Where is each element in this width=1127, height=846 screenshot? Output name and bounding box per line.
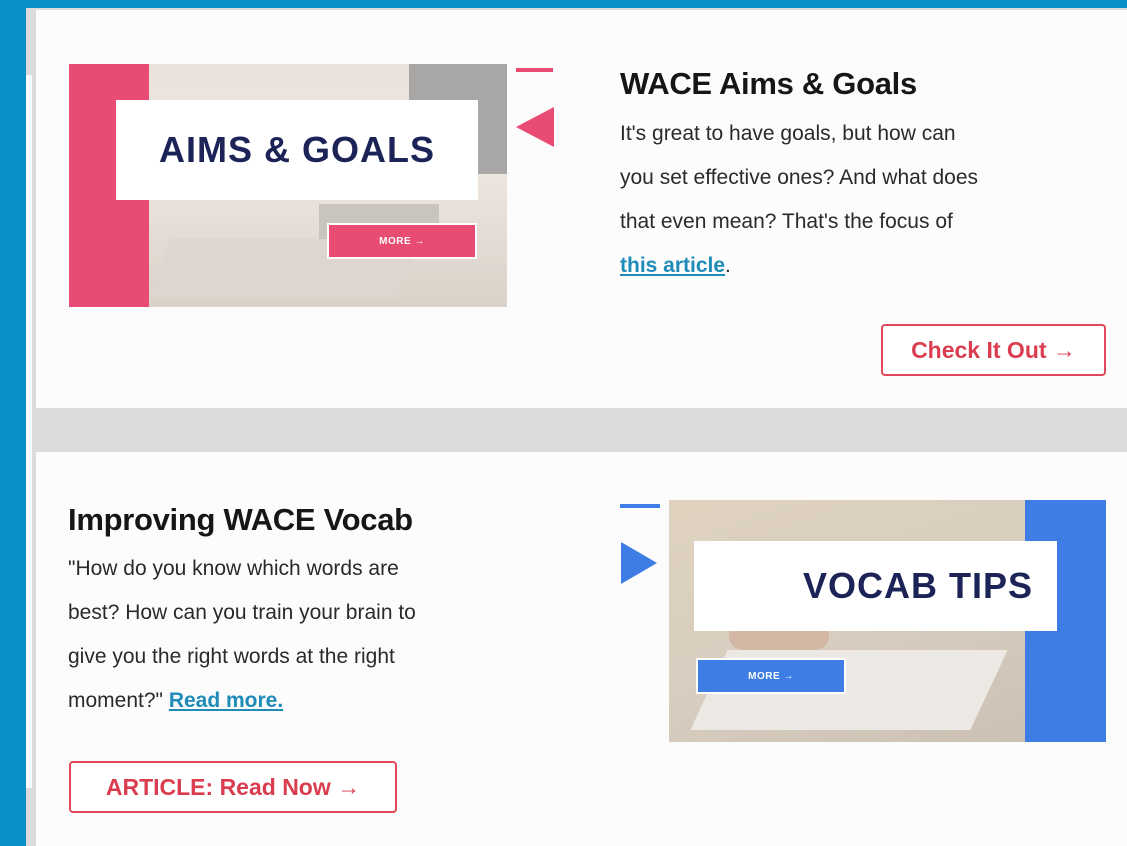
this-article-link[interactable]: this article: [620, 254, 725, 277]
description-line: you set effective ones? And what does: [620, 166, 979, 189]
description-line: give you the right words at the right: [68, 645, 395, 668]
description-line: moment?" Read more.: [68, 679, 548, 723]
thumbnail-more-button[interactable]: MORE →: [696, 658, 846, 694]
pink-accent-line: [516, 68, 553, 72]
description-text: moment?": [68, 689, 169, 712]
description-line: that even mean? That's the focus of: [620, 210, 953, 233]
vocab-tips-thumbnail[interactable]: VOCAB TIPS MORE →: [669, 500, 1106, 742]
aims-goals-thumbnail[interactable]: AIMS & GOALS MORE →: [69, 64, 507, 307]
thumbnail-title: VOCAB TIPS: [694, 541, 1057, 631]
pointer-right-icon: [621, 542, 657, 584]
thumbnail-title: AIMS & GOALS: [116, 100, 478, 200]
thumbnail-more-button[interactable]: MORE →: [327, 223, 477, 259]
check-it-out-button[interactable]: Check It Out →: [881, 324, 1106, 376]
description-line: best? How can you train your brain to: [68, 601, 416, 624]
read-more-link[interactable]: Read more.: [169, 689, 283, 712]
description-line: "How do you know which words are: [68, 557, 399, 580]
pointer-left-icon: [516, 107, 554, 147]
sentence-period: .: [725, 254, 731, 277]
blue-accent-line: [620, 504, 660, 508]
article-description: "How do you know which words are best? H…: [68, 547, 548, 723]
article-title: Improving WACE Vocab: [68, 502, 413, 537]
description-line: this article.: [620, 244, 1100, 288]
article-title: WACE Aims & Goals: [620, 66, 917, 101]
description-line: It's great to have goals, but how can: [620, 122, 956, 145]
frame-edge: [26, 75, 32, 788]
article-description: It's great to have goals, but how can yo…: [620, 112, 1100, 288]
article-read-now-button[interactable]: ARTICLE: Read Now →: [69, 761, 397, 813]
